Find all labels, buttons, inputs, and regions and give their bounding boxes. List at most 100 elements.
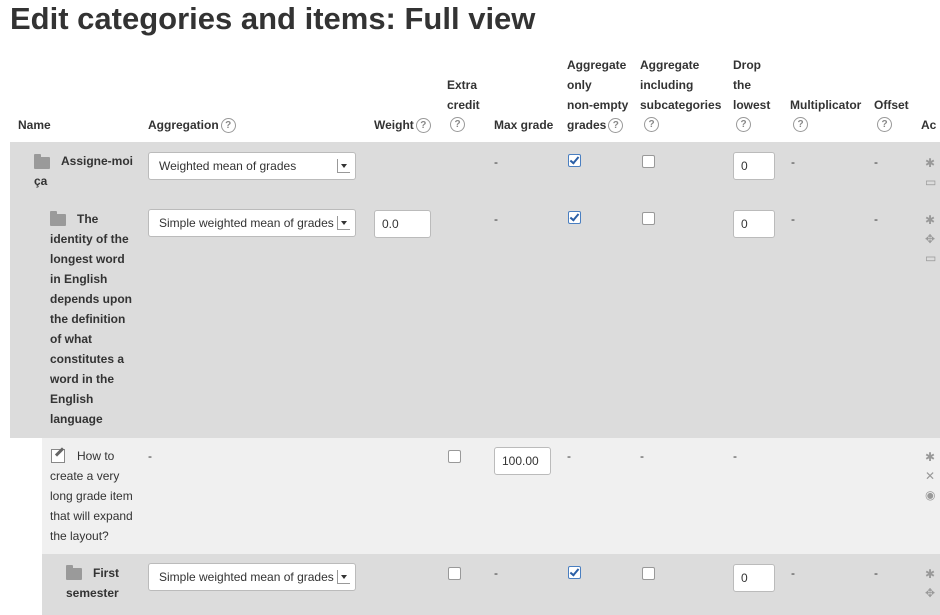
max-grade-value: - — [494, 155, 498, 169]
agg-incl-checkbox[interactable] — [642, 212, 655, 225]
category-name-line: First — [93, 566, 120, 580]
drop-lowest-value: - — [733, 449, 737, 463]
col-weight-header: Weight? — [374, 115, 431, 135]
max-grade-value: - — [494, 212, 498, 226]
aggregation-select[interactable]: Simple weighted mean of grades — [148, 209, 356, 237]
gear-icon[interactable]: ✱ — [925, 214, 935, 226]
help-icon[interactable]: ? — [415, 118, 431, 134]
category-name-line: in English — [50, 272, 108, 286]
col-offset-header: Offset — [874, 98, 909, 112]
max-grade-value: - — [494, 566, 498, 580]
help-icon[interactable]: ? — [450, 117, 465, 132]
extra-credit-checkbox[interactable] — [448, 567, 461, 580]
col-drop-line1: Drop — [733, 58, 761, 72]
aggregation-value: - — [148, 449, 152, 463]
offset-value: - — [874, 566, 878, 580]
page-title: Edit categories and items: Full view — [10, 1, 536, 36]
item-band — [42, 438, 940, 554]
offset-value: - — [874, 212, 878, 226]
eye-icon[interactable]: ◉ — [925, 489, 935, 501]
col-agg-only-label: grades — [567, 118, 607, 132]
drop-lowest-input[interactable]: 0 — [733, 210, 775, 238]
chevron-down-icon — [337, 159, 350, 173]
agg-incl-value: - — [640, 449, 644, 463]
category-name-line: the definition — [50, 312, 126, 326]
help-icon[interactable]: ? — [644, 117, 659, 132]
gear-icon[interactable]: ✱ — [925, 568, 935, 580]
category-name-line: constitutes a — [50, 352, 125, 366]
drop-lowest-input[interactable]: 0 — [733, 564, 775, 592]
folder-icon — [50, 211, 66, 226]
agg-only-value: - — [567, 449, 571, 463]
col-agg-only-line1: Aggregate — [567, 58, 627, 72]
category-name-line: word in the — [50, 372, 114, 386]
agg-incl-checkbox[interactable] — [642, 567, 655, 580]
category-band-1 — [10, 142, 940, 438]
lock-icon[interactable]: ▭ — [925, 252, 936, 264]
aggregation-select[interactable]: Weighted mean of grades — [148, 152, 356, 180]
category-name-line: depends upon — [50, 292, 132, 306]
drop-lowest-input[interactable]: 0 — [733, 152, 775, 180]
category-name-line: English — [50, 392, 94, 406]
category-name-line: Assigne-moi — [61, 154, 134, 168]
col-actions-header: Ac — [921, 118, 937, 132]
folder-icon — [34, 154, 50, 169]
help-icon[interactable]: ? — [877, 117, 892, 132]
offset-value: - — [874, 155, 878, 169]
col-extra-credit-line2: credit — [447, 98, 480, 112]
agg-only-checkbox[interactable] — [568, 211, 581, 224]
item-name-line: How to — [77, 449, 115, 463]
col-agg-only-line4: grades? — [567, 115, 624, 135]
gear-icon[interactable]: ✱ — [925, 451, 935, 463]
col-max-grade-header: Max grade — [494, 118, 554, 132]
category-name-line: The — [77, 212, 99, 226]
col-extra-credit-line1: Extra — [447, 78, 478, 92]
aggregation-select[interactable]: Simple weighted mean of grades — [148, 563, 356, 591]
agg-only-checkbox[interactable] — [568, 154, 581, 167]
aggregation-value: Simple weighted mean of grades — [159, 570, 334, 584]
help-icon[interactable]: ? — [608, 118, 624, 134]
help-icon[interactable]: ? — [736, 117, 751, 132]
agg-only-checkbox[interactable] — [568, 566, 581, 579]
close-icon[interactable]: ✕ — [925, 470, 935, 482]
col-agg-incl-line3: subcategories — [640, 98, 722, 112]
item-name-line: long grade item — [50, 489, 133, 503]
col-aggregation-header: Aggregation? — [148, 115, 236, 135]
agg-incl-checkbox[interactable] — [642, 155, 655, 168]
multiplicator-value: - — [791, 155, 795, 169]
col-agg-incl-line1: Aggregate — [640, 58, 700, 72]
col-weight-label: Weight — [374, 118, 414, 132]
chevron-down-icon — [337, 216, 350, 230]
col-aggregation-label: Aggregation — [148, 118, 219, 132]
col-multiplicator-header: Multiplicator — [790, 98, 862, 112]
extra-credit-checkbox[interactable] — [448, 450, 461, 463]
col-name-header[interactable]: Name — [18, 115, 51, 135]
col-drop-line3: lowest — [733, 98, 771, 112]
col-agg-only-line3: non-empty — [567, 98, 629, 112]
category-name-line: ça — [34, 174, 48, 188]
edit-icon — [51, 449, 65, 463]
col-drop-line2: the — [733, 78, 751, 92]
chevron-down-icon — [337, 570, 350, 584]
item-name-line: create a very — [50, 469, 120, 483]
category-name-line: identity of the — [50, 232, 129, 246]
folder-icon — [66, 565, 82, 580]
multiplicator-value: - — [791, 212, 795, 226]
item-name-line: the layout? — [50, 529, 109, 543]
lock-icon[interactable]: ▭ — [925, 176, 936, 188]
multiplicator-value: - — [791, 566, 795, 580]
gear-icon[interactable]: ✱ — [925, 157, 935, 169]
move-icon[interactable]: ✥ — [925, 587, 935, 599]
category-name-line: of what — [50, 332, 92, 346]
category-name-line: language — [50, 412, 103, 426]
category-name-line: longest word — [50, 252, 125, 266]
max-grade-input[interactable]: 100.00 — [494, 447, 551, 475]
help-icon[interactable]: ? — [793, 117, 808, 132]
move-icon[interactable]: ✥ — [925, 233, 935, 245]
aggregation-value: Weighted mean of grades — [159, 159, 297, 173]
weight-input[interactable]: 0.0 — [374, 210, 431, 238]
help-icon[interactable]: ? — [220, 118, 236, 134]
col-agg-incl-line2: including — [640, 78, 694, 92]
item-name-line: that will expand — [50, 509, 133, 523]
aggregation-value: Simple weighted mean of grades — [159, 216, 334, 230]
